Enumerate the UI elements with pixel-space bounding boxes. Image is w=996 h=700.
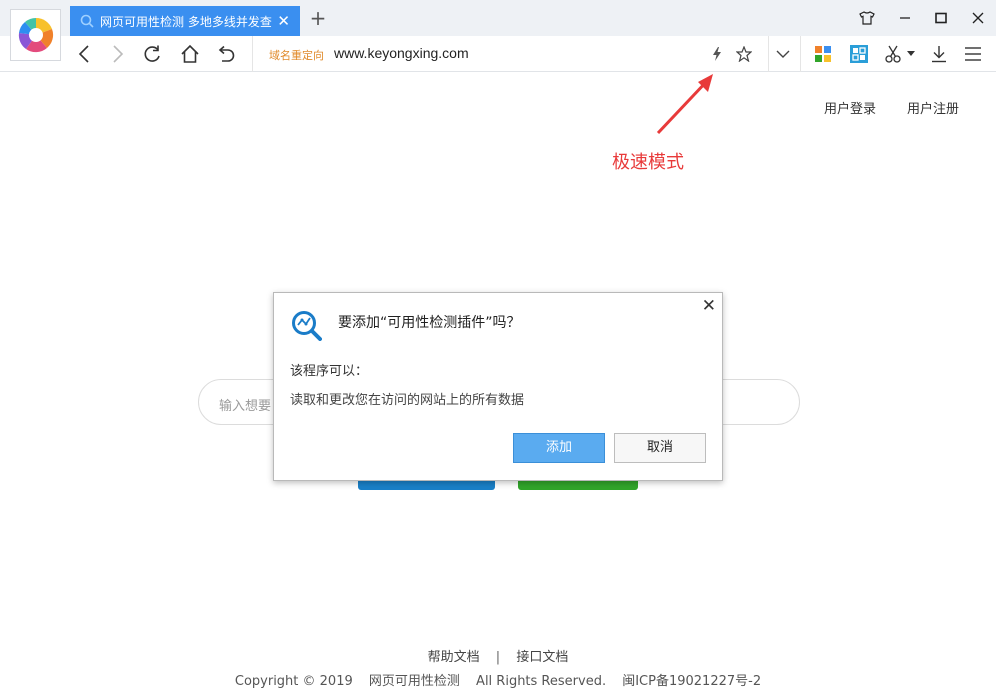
- dialog-close-button[interactable]: ✕: [702, 296, 716, 316]
- refresh-icon: [144, 45, 160, 62]
- apps-grid-icon[interactable]: [812, 43, 834, 65]
- search-icon: [80, 14, 94, 28]
- address-bar[interactable]: 域名重定向 www.keyongxing.com: [252, 36, 768, 72]
- forward-button[interactable]: [107, 43, 129, 65]
- annotation-label: 极速模式: [612, 152, 684, 173]
- home-icon: [181, 44, 199, 63]
- refresh-button[interactable]: [141, 43, 163, 65]
- download-icon[interactable]: [928, 43, 950, 65]
- copyright-rights: All Rights Reserved.: [476, 674, 607, 689]
- dialog-permission-item: 读取和更改您在访问的网站上的所有数据: [290, 393, 525, 408]
- api-docs-link[interactable]: 接口文档: [516, 650, 568, 665]
- copyright-text: Copyright © 2019: [234, 674, 353, 689]
- footer-separator: |: [495, 650, 501, 665]
- footer-links: 帮助文档 | 接口文档: [0, 646, 996, 665]
- dropdown-chevron-icon[interactable]: [772, 43, 794, 65]
- new-tab-button[interactable]: +: [308, 8, 328, 28]
- shirt-icon[interactable]: [857, 8, 877, 28]
- forward-icon: [113, 45, 124, 63]
- icp-number[interactable]: 闽ICP备19021227号-2: [622, 674, 761, 689]
- home-button[interactable]: [179, 43, 201, 65]
- login-link[interactable]: 用户登录: [824, 98, 876, 117]
- register-link[interactable]: 用户注册: [907, 98, 959, 117]
- tab-close-button[interactable]: ✕: [277, 12, 290, 30]
- minimize-icon[interactable]: [895, 8, 915, 28]
- dialog-title: 要添加“可用性检测插件”吗？: [338, 315, 521, 331]
- title-bar: 网页可用性检测 多地多线并发查 ✕ +: [0, 0, 996, 36]
- address-toolbar: 域名重定向 www.keyongxing.com: [0, 36, 996, 72]
- browser-logo-icon: [18, 17, 53, 53]
- scissors-dropdown-icon[interactable]: [905, 43, 917, 65]
- back-button[interactable]: [73, 43, 95, 65]
- speed-mode-icon[interactable]: [706, 43, 728, 65]
- copyright-line: Copyright © 2019 网页可用性检测 All Rights Rese…: [0, 670, 996, 689]
- bookmark-star-icon[interactable]: [733, 43, 755, 65]
- screenshot-scissors-icon[interactable]: [883, 43, 905, 65]
- add-button[interactable]: 添加: [513, 433, 605, 463]
- extension-magnifier-icon: [292, 311, 322, 341]
- annotation-arrow: [656, 74, 713, 135]
- maximize-icon[interactable]: [931, 8, 951, 28]
- undo-icon: [218, 45, 235, 62]
- redirect-label: 域名重定向: [269, 49, 324, 62]
- dialog-permissions-label: 该程序可以：: [290, 364, 369, 379]
- help-docs-link[interactable]: 帮助文档: [428, 650, 480, 665]
- menu-icon[interactable]: [962, 43, 984, 65]
- back-icon: [78, 45, 89, 63]
- tab-title: 网页可用性检测 多地多线并发查: [100, 14, 272, 29]
- tab-active[interactable]: 网页可用性检测 多地多线并发查 ✕: [70, 6, 300, 36]
- search-placeholder: 输入想要: [219, 399, 272, 414]
- browser-logo[interactable]: [10, 9, 61, 61]
- url-text[interactable]: www.keyongxing.com: [334, 45, 469, 61]
- close-icon[interactable]: [968, 8, 988, 28]
- copyright-site-name: 网页可用性检测: [368, 674, 460, 689]
- cancel-button[interactable]: 取消: [614, 433, 706, 463]
- undo-close-button[interactable]: [215, 43, 237, 65]
- add-extension-dialog: ✕ 要添加“可用性检测插件”吗？ 该程序可以： 读取和更改您在访问的网站上的所有…: [273, 292, 723, 481]
- extension-icon[interactable]: [848, 43, 870, 65]
